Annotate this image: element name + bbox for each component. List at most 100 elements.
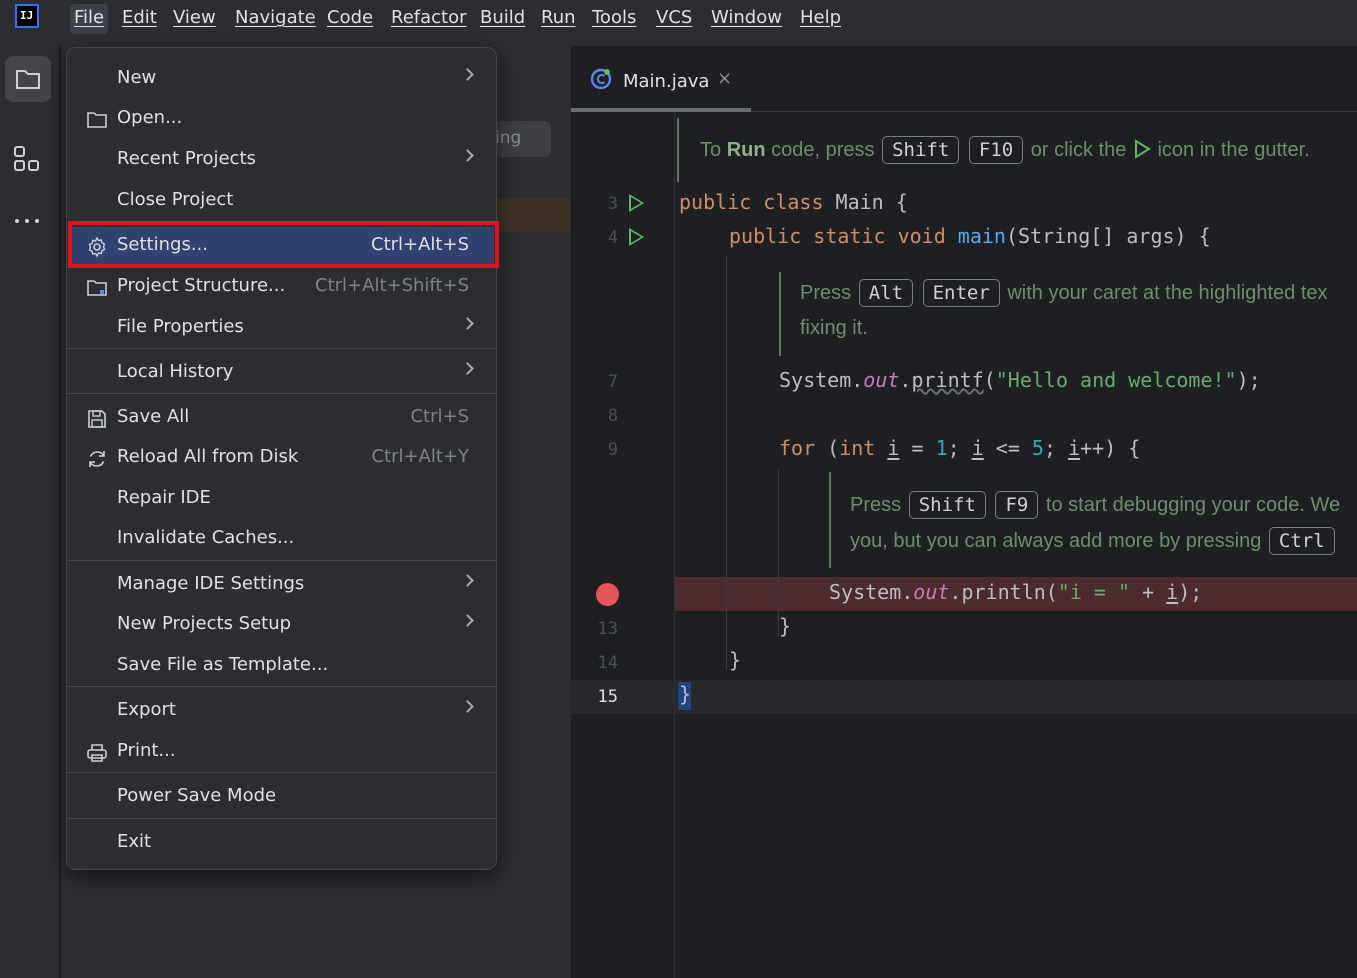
hint-bar — [779, 272, 781, 356]
intellij-logo-icon: IJ — [15, 4, 39, 28]
structure-icon — [14, 146, 39, 171]
menu-help[interactable]: Help — [800, 7, 841, 28]
menu-separator — [67, 348, 496, 349]
menu-item-save-all[interactable]: Save All Ctrl+S — [71, 399, 494, 437]
editor-tab-bar: Main.java × — [571, 46, 1357, 112]
chevron-right-icon — [461, 68, 474, 81]
chevron-right-icon — [461, 700, 474, 713]
line-number: 4 — [607, 228, 618, 248]
fix-hint-line2: fixing it. — [800, 317, 868, 339]
more-horizontal-icon — [15, 219, 39, 223]
file-menu-dropdown: New Open... Recent Projects Close Projec… — [66, 47, 497, 870]
menu-code[interactable]: Code — [327, 7, 373, 28]
run-play-icon — [1134, 139, 1151, 159]
chevron-right-icon — [461, 362, 474, 375]
menu-edit[interactable]: Edit — [122, 7, 157, 28]
menu-item-print[interactable]: Print... — [71, 733, 494, 771]
menu-separator — [67, 818, 496, 819]
menu-window[interactable]: Window — [711, 7, 782, 28]
menu-item-power-save-mode[interactable]: Power Save Mode — [71, 778, 494, 816]
menu-view[interactable]: View — [173, 7, 216, 28]
run-hint: To Run code, press Shift F10 or click th… — [700, 136, 1310, 164]
close-tab-icon[interactable]: × — [717, 68, 732, 89]
menu-item-save-file-as-template[interactable]: Save File as Template... — [71, 647, 494, 685]
hint-bar — [829, 472, 831, 568]
menu-tools[interactable]: Tools — [592, 7, 636, 28]
menu-item-invalidate-caches[interactable]: Invalidate Caches... — [71, 520, 494, 558]
indent-guide — [778, 470, 779, 636]
menu-build[interactable]: Build — [480, 7, 525, 28]
code-line-breakpoint: System.out.println("i = " + i); — [829, 580, 1203, 604]
key-ctrl: Ctrl — [1268, 527, 1335, 555]
menu-file[interactable]: File — [70, 4, 109, 34]
menu-item-export[interactable]: Export — [71, 692, 494, 730]
project-structure-icon — [87, 280, 107, 296]
line-number: 3 — [607, 194, 618, 214]
debug-hint-line2: you, but you can always add more by pres… — [850, 527, 1337, 555]
menu-vcs[interactable]: VCS — [656, 7, 692, 28]
more-tools-button[interactable] — [5, 198, 51, 244]
chevron-right-icon — [461, 149, 474, 162]
menu-item-open[interactable]: Open... — [71, 100, 494, 138]
code-line: } — [779, 614, 792, 638]
code-line: } — [679, 682, 692, 706]
key-enter: Enter — [922, 279, 1000, 307]
tab-label: Main.java — [623, 71, 710, 92]
indent-guide — [726, 256, 727, 670]
code-line: for (int i = 1; i <= 5; i++) { — [779, 436, 1141, 460]
menu-item-reload-from-disk[interactable]: Reload All from Disk Ctrl+Alt+Y — [71, 439, 494, 477]
folder-icon — [16, 70, 40, 89]
line-number-current: 15 — [597, 687, 618, 707]
key-shift: Shift — [882, 136, 960, 164]
menu-item-settings[interactable]: Settings... Ctrl+Alt+S — [71, 227, 494, 265]
menu-item-recent-projects[interactable]: Recent Projects — [71, 141, 494, 179]
menu-separator — [67, 393, 496, 394]
menu-navigate[interactable]: Navigate — [235, 7, 316, 28]
folder-open-icon — [87, 112, 107, 128]
fix-hint: Press Alt Enter with your caret at the h… — [800, 279, 1328, 307]
debug-hint: Press Shift F9 to start debugging your c… — [850, 491, 1340, 519]
line-number: 7 — [607, 372, 618, 392]
chevron-right-icon — [461, 317, 474, 330]
printer-icon — [87, 744, 107, 762]
hint-bar — [677, 118, 679, 182]
code-line: public static void main(String[] args) { — [729, 224, 1211, 248]
run-gutter-icon[interactable] — [629, 194, 644, 212]
code-editor[interactable]: Main.java × 3 4 7 8 9 13 14 15 To Run co… — [571, 46, 1357, 978]
key-f9: F9 — [995, 491, 1039, 519]
line-number: 14 — [597, 653, 618, 673]
project-tree-selection — [497, 198, 570, 232]
chevron-right-icon — [461, 574, 474, 587]
menu-item-manage-ide-settings[interactable]: Manage IDE Settings — [71, 566, 494, 604]
menu-item-local-history[interactable]: Local History — [71, 354, 494, 392]
refresh-icon — [89, 451, 105, 467]
menu-item-project-structure[interactable]: Project Structure... Ctrl+Alt+Shift+S — [71, 268, 494, 306]
menu-separator — [67, 560, 496, 561]
save-icon — [88, 410, 106, 428]
java-class-icon — [590, 68, 612, 90]
project-tool-button[interactable] — [5, 56, 51, 102]
menu-item-new-projects-setup[interactable]: New Projects Setup — [71, 606, 494, 644]
menu-item-close-project[interactable]: Close Project — [71, 182, 494, 220]
menu-item-file-properties[interactable]: File Properties — [71, 309, 494, 347]
menu-refactor[interactable]: Refactor — [391, 7, 467, 28]
key-f10: F10 — [968, 136, 1024, 164]
chevron-right-icon — [461, 614, 474, 627]
menu-item-new[interactable]: New — [71, 60, 494, 98]
line-number: 13 — [597, 619, 618, 639]
tab-main-java[interactable]: Main.java × — [571, 62, 751, 112]
gutter-divider — [674, 112, 675, 978]
key-alt: Alt — [858, 279, 914, 307]
menu-item-repair-ide[interactable]: Repair IDE — [71, 480, 494, 518]
menu-separator — [67, 772, 496, 773]
menu-item-exit[interactable]: Exit — [71, 824, 494, 862]
structure-tool-button[interactable] — [5, 136, 51, 182]
run-gutter-icon[interactable] — [629, 228, 644, 246]
menu-run[interactable]: Run — [541, 7, 576, 28]
main-menu-bar: IJ File Edit View Navigate Code Refactor… — [0, 0, 1357, 46]
breakpoint-icon[interactable] — [596, 583, 619, 606]
gear-icon — [88, 236, 106, 258]
code-line: public class Main { — [679, 190, 908, 214]
code-line: } — [729, 648, 742, 672]
project-panel-hint: ing — [495, 121, 551, 157]
